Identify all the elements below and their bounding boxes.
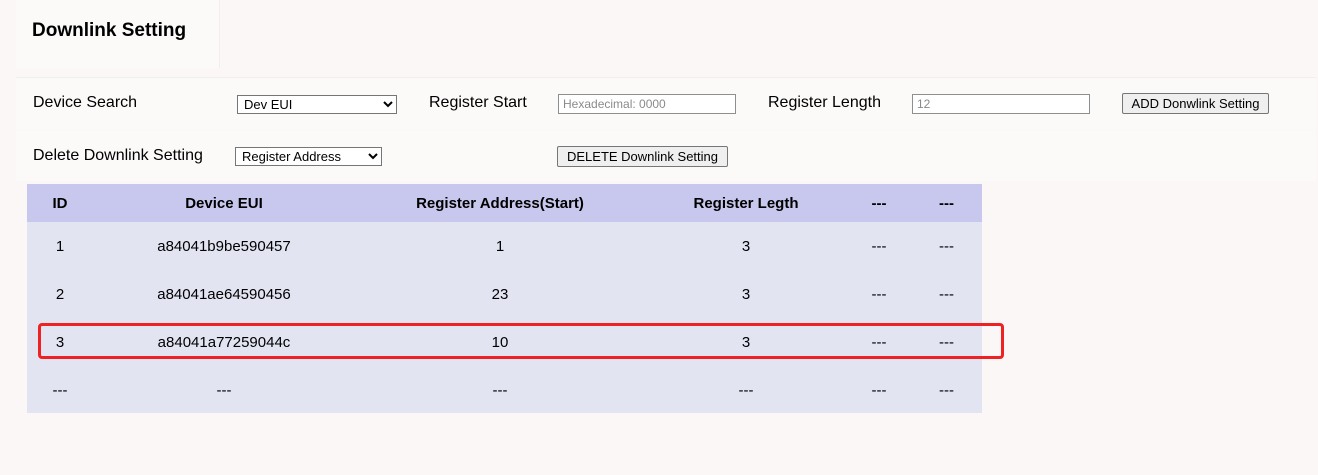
- cell-extra-1: ---: [871, 333, 887, 351]
- cell-register-length: 3: [741, 285, 751, 303]
- table-row: 3 a84041a77259044c 10 3 --- ---: [27, 318, 982, 366]
- column-header-extra-2: ---: [939, 194, 954, 212]
- table-row: 2 a84041ae64590456 23 3 --- ---: [27, 270, 982, 318]
- delete-downlink-setting-button[interactable]: DELETE Downlink Setting: [557, 146, 728, 167]
- table-header-row: ID Device EUI Register Address(Start) Re…: [27, 184, 982, 222]
- cell-register-length: 3: [741, 333, 751, 351]
- cell-extra-2: ---: [939, 381, 954, 399]
- cell-extra-1: ---: [871, 381, 887, 399]
- register-start-input[interactable]: [558, 94, 736, 114]
- cell-id: ---: [52, 381, 68, 399]
- column-header-register-length: Register Legth: [693, 194, 799, 212]
- cell-register-address: ---: [492, 381, 508, 399]
- cell-id: 1: [55, 237, 65, 255]
- downlink-table-container: ID Device EUI Register Address(Start) Re…: [27, 184, 982, 413]
- cell-register-address: 1: [495, 237, 505, 255]
- cell-register-length: 3: [741, 237, 751, 255]
- column-header-extra-1: ---: [871, 194, 887, 212]
- cell-register-address: 23: [491, 285, 509, 303]
- column-header-device-eui: Device EUI: [185, 194, 263, 212]
- cell-extra-2: ---: [939, 333, 954, 351]
- cell-extra-1: ---: [871, 237, 887, 255]
- page-title: Downlink Setting: [32, 20, 187, 41]
- cell-device-eui: ---: [216, 381, 232, 399]
- cell-register-address: 10: [491, 333, 509, 351]
- cell-device-eui: a84041ae64590456: [157, 285, 291, 303]
- register-start-label: Register Start: [429, 94, 527, 111]
- delete-by-select[interactable]: Register Address: [235, 147, 382, 166]
- delete-downlink-label: Delete Downlink Setting: [33, 147, 203, 164]
- device-search-label: Device Search: [33, 94, 138, 111]
- table-row: --- --- --- --- --- ---: [27, 366, 982, 414]
- column-header-register-address: Register Address(Start): [416, 194, 584, 212]
- cell-extra-2: ---: [939, 237, 954, 255]
- cell-register-length: ---: [738, 381, 754, 399]
- table-row: 1 a84041b9be590457 1 3 --- ---: [27, 222, 982, 270]
- column-header-id: ID: [52, 194, 68, 212]
- register-length-input[interactable]: [912, 94, 1090, 114]
- device-search-select[interactable]: Dev EUI: [237, 95, 397, 114]
- cell-extra-1: ---: [871, 285, 887, 303]
- cell-id: 3: [55, 333, 65, 351]
- cell-device-eui: a84041a77259044c: [157, 333, 291, 351]
- cell-id: 2: [55, 285, 65, 303]
- register-length-label: Register Length: [768, 94, 881, 111]
- add-downlink-setting-button[interactable]: ADD Donwlink Setting: [1122, 93, 1269, 114]
- cell-device-eui: a84041b9be590457: [157, 237, 291, 255]
- cell-extra-2: ---: [939, 285, 954, 303]
- downlink-table: ID Device EUI Register Address(Start) Re…: [27, 184, 982, 414]
- downlink-setting-page: Downlink Setting Device Search Dev EUI R…: [0, 0, 1318, 475]
